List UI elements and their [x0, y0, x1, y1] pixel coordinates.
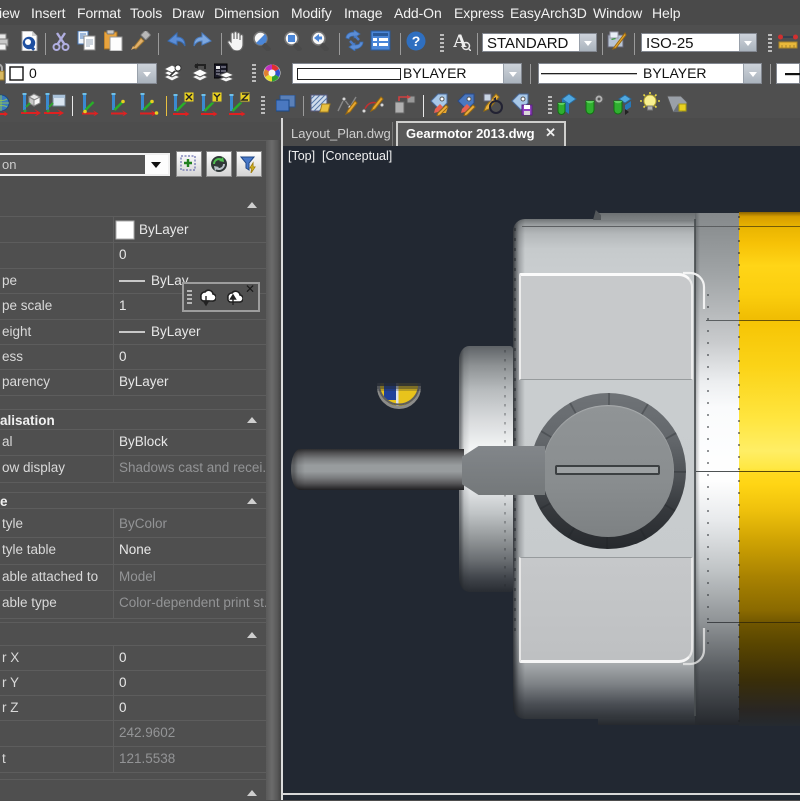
svg-text:A: A: [453, 31, 467, 51]
svg-text:?: ?: [412, 33, 421, 49]
